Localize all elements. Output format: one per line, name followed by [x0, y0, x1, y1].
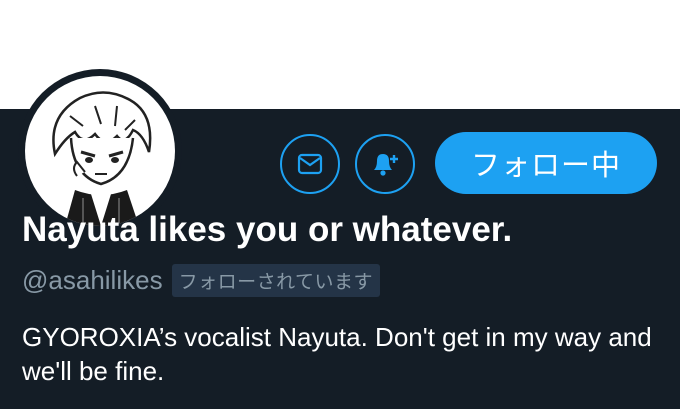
follows-you-badge: フォローされています	[171, 263, 380, 297]
display-name: Nayuta likes you or whatever.	[22, 210, 513, 249]
following-button[interactable]: フォロー中	[435, 132, 657, 194]
handle-row: @asahilikes フォローされています	[22, 263, 380, 297]
notifications-button[interactable]	[355, 134, 415, 194]
avatar[interactable]	[18, 69, 182, 233]
profile-page: フォロー中 Nayuta likes you or whatever. @asa…	[0, 0, 680, 409]
profile-bio: GYOROXIA’s vocalist Nayuta. Don't get in…	[22, 322, 652, 386]
envelope-icon	[297, 153, 323, 175]
direct-message-button[interactable]	[280, 134, 340, 194]
username-handle[interactable]: @asahilikes	[22, 265, 163, 296]
bell-plus-icon	[374, 154, 398, 176]
avatar-image	[25, 76, 175, 226]
